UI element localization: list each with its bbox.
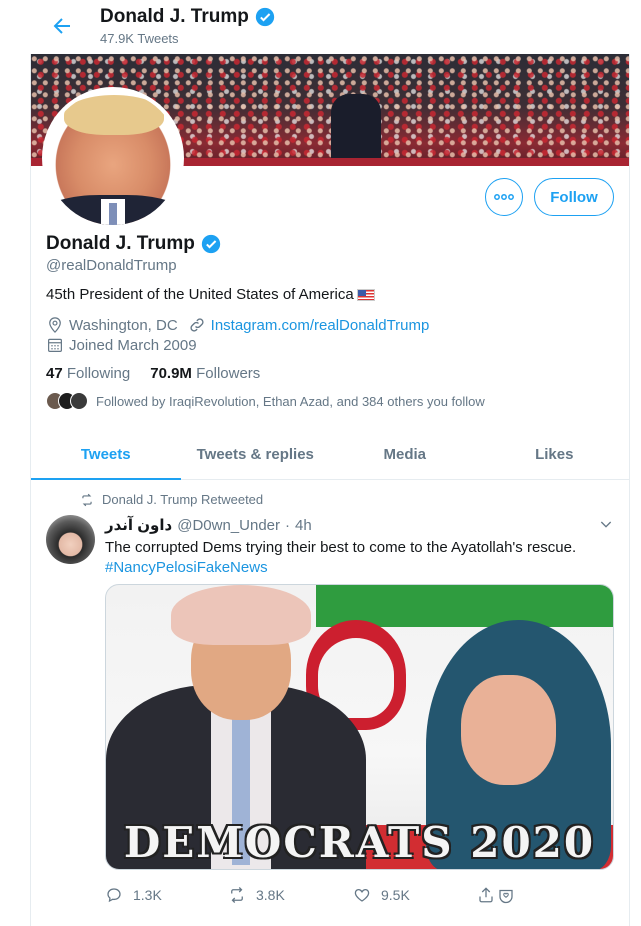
tweet-author-handle[interactable]: @D0wn_Under xyxy=(177,517,280,534)
like-count: 9.5K xyxy=(381,887,410,903)
tab-likes[interactable]: Likes xyxy=(480,430,630,479)
us-flag-icon xyxy=(356,288,375,301)
followed-by-row[interactable]: Followed by IraqiRevolution, Ethan Azad,… xyxy=(46,392,485,410)
retweet-count: 3.8K xyxy=(256,887,285,903)
retweet-icon xyxy=(231,887,243,903)
chevron-down-icon[interactable] xyxy=(598,516,614,532)
followers-count: 70.9M xyxy=(150,365,192,382)
banner-speaker xyxy=(331,94,381,160)
followers-label: Followers xyxy=(196,365,261,382)
header-name: Donald J. Trump xyxy=(100,6,249,27)
profile-avatar[interactable] xyxy=(42,87,184,229)
share-icon xyxy=(479,887,493,903)
tweet-time[interactable]: 4h xyxy=(295,517,312,534)
profile-location: Washington, DC xyxy=(69,316,178,334)
profile-tabs: Tweets Tweets & replies Media Likes xyxy=(31,430,629,480)
bookmark-heart-icon xyxy=(499,889,513,904)
profile-location-row: Washington, DC Instagram.com/realDonaldT… xyxy=(46,316,429,334)
media-caption: DEMOCRATS 2020 xyxy=(123,818,596,867)
tweet-hashtag[interactable]: #NancyPelosiFakeNews xyxy=(105,558,576,578)
followers-link[interactable]: 70.9M Followers xyxy=(150,365,260,382)
tweet-actions: 1.3K 3.8K 9.5K xyxy=(105,886,525,910)
calendar-icon xyxy=(48,338,62,352)
followed-by-text: Followed by IraqiRevolution, Ethan Azad,… xyxy=(96,393,485,409)
profile-website-link[interactable]: Instagram.com/realDonaldTrump xyxy=(211,317,430,334)
profile-header-bar: Donald J. Trump 47.9K Tweets xyxy=(30,0,630,54)
tweet-author-avatar[interactable] xyxy=(46,515,95,564)
header-title: Donald J. Trump xyxy=(100,6,275,28)
link-icon xyxy=(190,318,204,332)
reply-button[interactable]: 1.3K xyxy=(105,886,162,904)
retweet-note[interactable]: Donald J. Trump Retweeted xyxy=(102,492,263,507)
tab-tweets[interactable]: Tweets xyxy=(31,430,181,480)
tab-tweets-replies[interactable]: Tweets & replies xyxy=(181,430,331,479)
back-arrow-icon[interactable] xyxy=(50,14,74,38)
share-button[interactable] xyxy=(477,886,515,904)
retweet-button[interactable]: 3.8K xyxy=(228,886,285,904)
more-dots-icon xyxy=(494,194,514,200)
follow-counts: 47 Following 70.9M Followers xyxy=(46,365,260,382)
header-tweet-count: 47.9K Tweets xyxy=(100,31,179,46)
profile-joined-row: Joined March 2009 xyxy=(46,336,197,354)
tab-media[interactable]: Media xyxy=(330,430,480,479)
tweet-header: داون آندر @D0wn_Under · 4h xyxy=(105,516,312,535)
tweet-body: The corrupted Dems trying their best to … xyxy=(105,538,576,578)
following-link[interactable]: 47 Following xyxy=(46,365,130,382)
like-button[interactable]: 9.5K xyxy=(353,886,410,904)
reply-count: 1.3K xyxy=(133,887,162,903)
heart-icon xyxy=(354,888,370,902)
profile-joined: Joined March 2009 xyxy=(69,336,197,354)
profile-handle: @realDonaldTrump xyxy=(46,257,177,274)
followed-by-avatars xyxy=(46,392,94,410)
tweet-separator: · xyxy=(285,516,290,534)
profile-name-text: Donald J. Trump xyxy=(46,233,195,254)
more-options-button[interactable] xyxy=(485,178,523,216)
tweet-author-name[interactable]: داون آندر xyxy=(105,516,172,534)
mini-avatar xyxy=(70,392,88,410)
retweet-indicator: Donald J. Trump Retweeted xyxy=(80,492,263,507)
reply-icon xyxy=(107,888,121,903)
location-pin-icon xyxy=(49,317,61,333)
profile-bio: 45th President of the United States of A… xyxy=(46,286,375,303)
tweet-media-image[interactable]: DEMOCRATS 2020 xyxy=(105,584,614,870)
profile-name: Donald J. Trump xyxy=(46,233,221,255)
verified-badge-icon xyxy=(201,234,221,254)
bio-text: 45th President of the United States of A… xyxy=(46,286,354,303)
follow-button[interactable]: Follow xyxy=(534,178,614,216)
retweet-small-icon xyxy=(82,493,92,506)
following-count: 47 xyxy=(46,365,63,382)
tweet-text: The corrupted Dems trying their best to … xyxy=(105,539,577,556)
verified-badge-icon xyxy=(255,7,275,27)
following-label: Following xyxy=(66,365,131,382)
